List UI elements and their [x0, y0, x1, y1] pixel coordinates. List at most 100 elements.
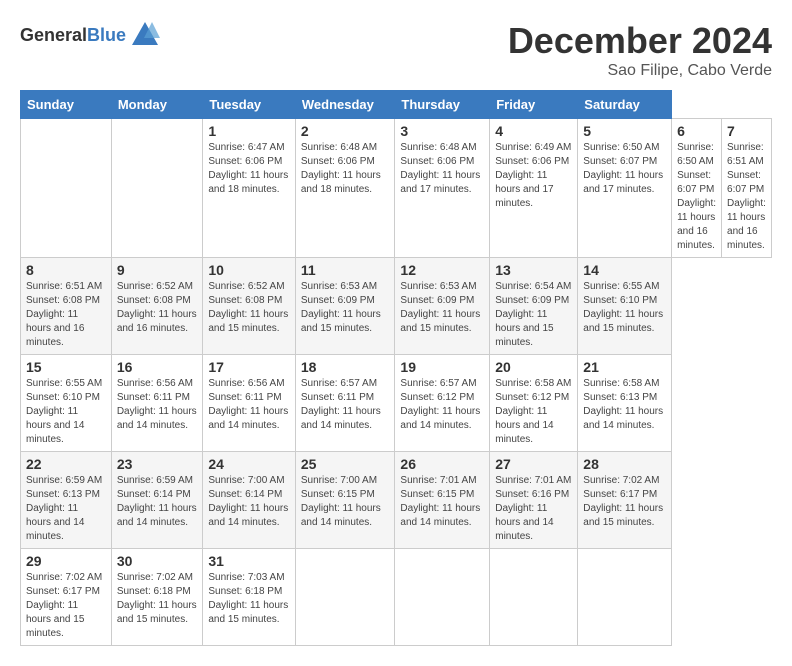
- day-info: Sunrise: 6:55 AMSunset: 6:10 PMDaylight:…: [26, 378, 102, 445]
- weekday-header-monday: Monday: [111, 91, 203, 119]
- day-info: Sunrise: 7:00 AMSunset: 6:15 PMDaylight:…: [301, 475, 381, 528]
- calendar-day-cell: 16 Sunrise: 6:56 AMSunset: 6:11 PMDaylig…: [111, 355, 203, 452]
- day-info: Sunrise: 7:03 AMSunset: 6:18 PMDaylight:…: [208, 572, 288, 625]
- day-info: Sunrise: 6:53 AMSunset: 6:09 PMDaylight:…: [301, 281, 381, 334]
- day-number: 29: [26, 553, 106, 569]
- day-info: Sunrise: 6:58 AMSunset: 6:13 PMDaylight:…: [583, 378, 663, 431]
- day-info: Sunrise: 6:56 AMSunset: 6:11 PMDaylight:…: [117, 378, 197, 431]
- day-number: 23: [117, 456, 198, 472]
- weekday-header-thursday: Thursday: [395, 91, 490, 119]
- calendar-day-cell: 10 Sunrise: 6:52 AMSunset: 6:08 PMDaylig…: [203, 258, 296, 355]
- day-number: 30: [117, 553, 198, 569]
- weekday-header-tuesday: Tuesday: [203, 91, 296, 119]
- day-info: Sunrise: 6:56 AMSunset: 6:11 PMDaylight:…: [208, 378, 288, 431]
- weekday-header-wednesday: Wednesday: [295, 91, 395, 119]
- title-area: December 2024 Sao Filipe, Cabo Verde: [508, 20, 772, 80]
- header: GeneralBlue December 2024 Sao Filipe, Ca…: [20, 20, 772, 80]
- day-number: 18: [301, 359, 390, 375]
- logo-text-blue: Blue: [87, 25, 126, 45]
- day-number: 11: [301, 262, 390, 278]
- day-number: 6: [677, 123, 716, 139]
- day-info: Sunrise: 6:51 AMSunset: 6:08 PMDaylight:…: [26, 281, 102, 348]
- calendar-day-cell: 14 Sunrise: 6:55 AMSunset: 6:10 PMDaylig…: [578, 258, 672, 355]
- calendar-day-cell: 26 Sunrise: 7:01 AMSunset: 6:15 PMDaylig…: [395, 452, 490, 549]
- month-year-title: December 2024: [508, 20, 772, 62]
- day-number: 21: [583, 359, 666, 375]
- weekday-header-friday: Friday: [490, 91, 578, 119]
- empty-calendar-cell: [578, 549, 672, 646]
- empty-calendar-cell: [395, 549, 490, 646]
- day-number: 26: [400, 456, 484, 472]
- calendar-day-cell: 7 Sunrise: 6:51 AMSunset: 6:07 PMDayligh…: [722, 119, 772, 258]
- day-number: 3: [400, 123, 484, 139]
- day-number: 1: [208, 123, 290, 139]
- day-number: 28: [583, 456, 666, 472]
- calendar-day-cell: 12 Sunrise: 6:53 AMSunset: 6:09 PMDaylig…: [395, 258, 490, 355]
- calendar-day-cell: 17 Sunrise: 6:56 AMSunset: 6:11 PMDaylig…: [203, 355, 296, 452]
- day-number: 27: [495, 456, 572, 472]
- day-info: Sunrise: 7:02 AMSunset: 6:17 PMDaylight:…: [26, 572, 102, 639]
- empty-calendar-cell: [490, 549, 578, 646]
- day-info: Sunrise: 6:55 AMSunset: 6:10 PMDaylight:…: [583, 281, 663, 334]
- empty-calendar-cell: [111, 119, 203, 258]
- day-info: Sunrise: 7:01 AMSunset: 6:16 PMDaylight:…: [495, 475, 571, 542]
- day-number: 10: [208, 262, 290, 278]
- day-info: Sunrise: 7:00 AMSunset: 6:14 PMDaylight:…: [208, 475, 288, 528]
- calendar-week-row: 1 Sunrise: 6:47 AMSunset: 6:06 PMDayligh…: [21, 119, 772, 258]
- calendar-day-cell: 25 Sunrise: 7:00 AMSunset: 6:15 PMDaylig…: [295, 452, 395, 549]
- day-number: 15: [26, 359, 106, 375]
- calendar-day-cell: 8 Sunrise: 6:51 AMSunset: 6:08 PMDayligh…: [21, 258, 112, 355]
- calendar-day-cell: 30 Sunrise: 7:02 AMSunset: 6:18 PMDaylig…: [111, 549, 203, 646]
- day-info: Sunrise: 6:51 AMSunset: 6:07 PMDaylight:…: [727, 142, 766, 251]
- day-number: 22: [26, 456, 106, 472]
- calendar-day-cell: 9 Sunrise: 6:52 AMSunset: 6:08 PMDayligh…: [111, 258, 203, 355]
- calendar-day-cell: 27 Sunrise: 7:01 AMSunset: 6:16 PMDaylig…: [490, 452, 578, 549]
- calendar-week-row: 8 Sunrise: 6:51 AMSunset: 6:08 PMDayligh…: [21, 258, 772, 355]
- calendar-day-cell: 6 Sunrise: 6:50 AMSunset: 6:07 PMDayligh…: [672, 119, 722, 258]
- day-info: Sunrise: 6:53 AMSunset: 6:09 PMDaylight:…: [400, 281, 480, 334]
- calendar-day-cell: 21 Sunrise: 6:58 AMSunset: 6:13 PMDaylig…: [578, 355, 672, 452]
- calendar-day-cell: 22 Sunrise: 6:59 AMSunset: 6:13 PMDaylig…: [21, 452, 112, 549]
- calendar-day-cell: 20 Sunrise: 6:58 AMSunset: 6:12 PMDaylig…: [490, 355, 578, 452]
- calendar-week-row: 15 Sunrise: 6:55 AMSunset: 6:10 PMDaylig…: [21, 355, 772, 452]
- day-number: 17: [208, 359, 290, 375]
- day-info: Sunrise: 6:58 AMSunset: 6:12 PMDaylight:…: [495, 378, 571, 445]
- day-number: 5: [583, 123, 666, 139]
- empty-calendar-cell: [21, 119, 112, 258]
- logo: GeneralBlue: [20, 20, 160, 50]
- day-info: Sunrise: 6:54 AMSunset: 6:09 PMDaylight:…: [495, 281, 571, 348]
- day-number: 2: [301, 123, 390, 139]
- day-info: Sunrise: 6:52 AMSunset: 6:08 PMDaylight:…: [208, 281, 288, 334]
- calendar-week-row: 29 Sunrise: 7:02 AMSunset: 6:17 PMDaylig…: [21, 549, 772, 646]
- day-number: 16: [117, 359, 198, 375]
- calendar-day-cell: 11 Sunrise: 6:53 AMSunset: 6:09 PMDaylig…: [295, 258, 395, 355]
- day-number: 8: [26, 262, 106, 278]
- empty-calendar-cell: [295, 549, 395, 646]
- day-info: Sunrise: 6:49 AMSunset: 6:06 PMDaylight:…: [495, 142, 571, 209]
- logo-icon: [130, 20, 160, 50]
- calendar-day-cell: 1 Sunrise: 6:47 AMSunset: 6:06 PMDayligh…: [203, 119, 296, 258]
- calendar-day-cell: 13 Sunrise: 6:54 AMSunset: 6:09 PMDaylig…: [490, 258, 578, 355]
- day-info: Sunrise: 7:01 AMSunset: 6:15 PMDaylight:…: [400, 475, 480, 528]
- day-info: Sunrise: 6:48 AMSunset: 6:06 PMDaylight:…: [400, 142, 480, 195]
- calendar-day-cell: 23 Sunrise: 6:59 AMSunset: 6:14 PMDaylig…: [111, 452, 203, 549]
- day-info: Sunrise: 6:50 AMSunset: 6:07 PMDaylight:…: [583, 142, 663, 195]
- day-info: Sunrise: 6:48 AMSunset: 6:06 PMDaylight:…: [301, 142, 381, 195]
- calendar-day-cell: 28 Sunrise: 7:02 AMSunset: 6:17 PMDaylig…: [578, 452, 672, 549]
- day-number: 25: [301, 456, 390, 472]
- calendar-day-cell: 19 Sunrise: 6:57 AMSunset: 6:12 PMDaylig…: [395, 355, 490, 452]
- day-number: 20: [495, 359, 572, 375]
- day-info: Sunrise: 6:59 AMSunset: 6:13 PMDaylight:…: [26, 475, 102, 542]
- day-number: 12: [400, 262, 484, 278]
- day-number: 13: [495, 262, 572, 278]
- day-info: Sunrise: 6:50 AMSunset: 6:07 PMDaylight:…: [677, 142, 716, 251]
- calendar-day-cell: 4 Sunrise: 6:49 AMSunset: 6:06 PMDayligh…: [490, 119, 578, 258]
- calendar-day-cell: 24 Sunrise: 7:00 AMSunset: 6:14 PMDaylig…: [203, 452, 296, 549]
- weekday-header-saturday: Saturday: [578, 91, 672, 119]
- location-subtitle: Sao Filipe, Cabo Verde: [508, 62, 772, 80]
- calendar-week-row: 22 Sunrise: 6:59 AMSunset: 6:13 PMDaylig…: [21, 452, 772, 549]
- day-number: 24: [208, 456, 290, 472]
- day-number: 9: [117, 262, 198, 278]
- day-number: 14: [583, 262, 666, 278]
- day-info: Sunrise: 6:59 AMSunset: 6:14 PMDaylight:…: [117, 475, 197, 528]
